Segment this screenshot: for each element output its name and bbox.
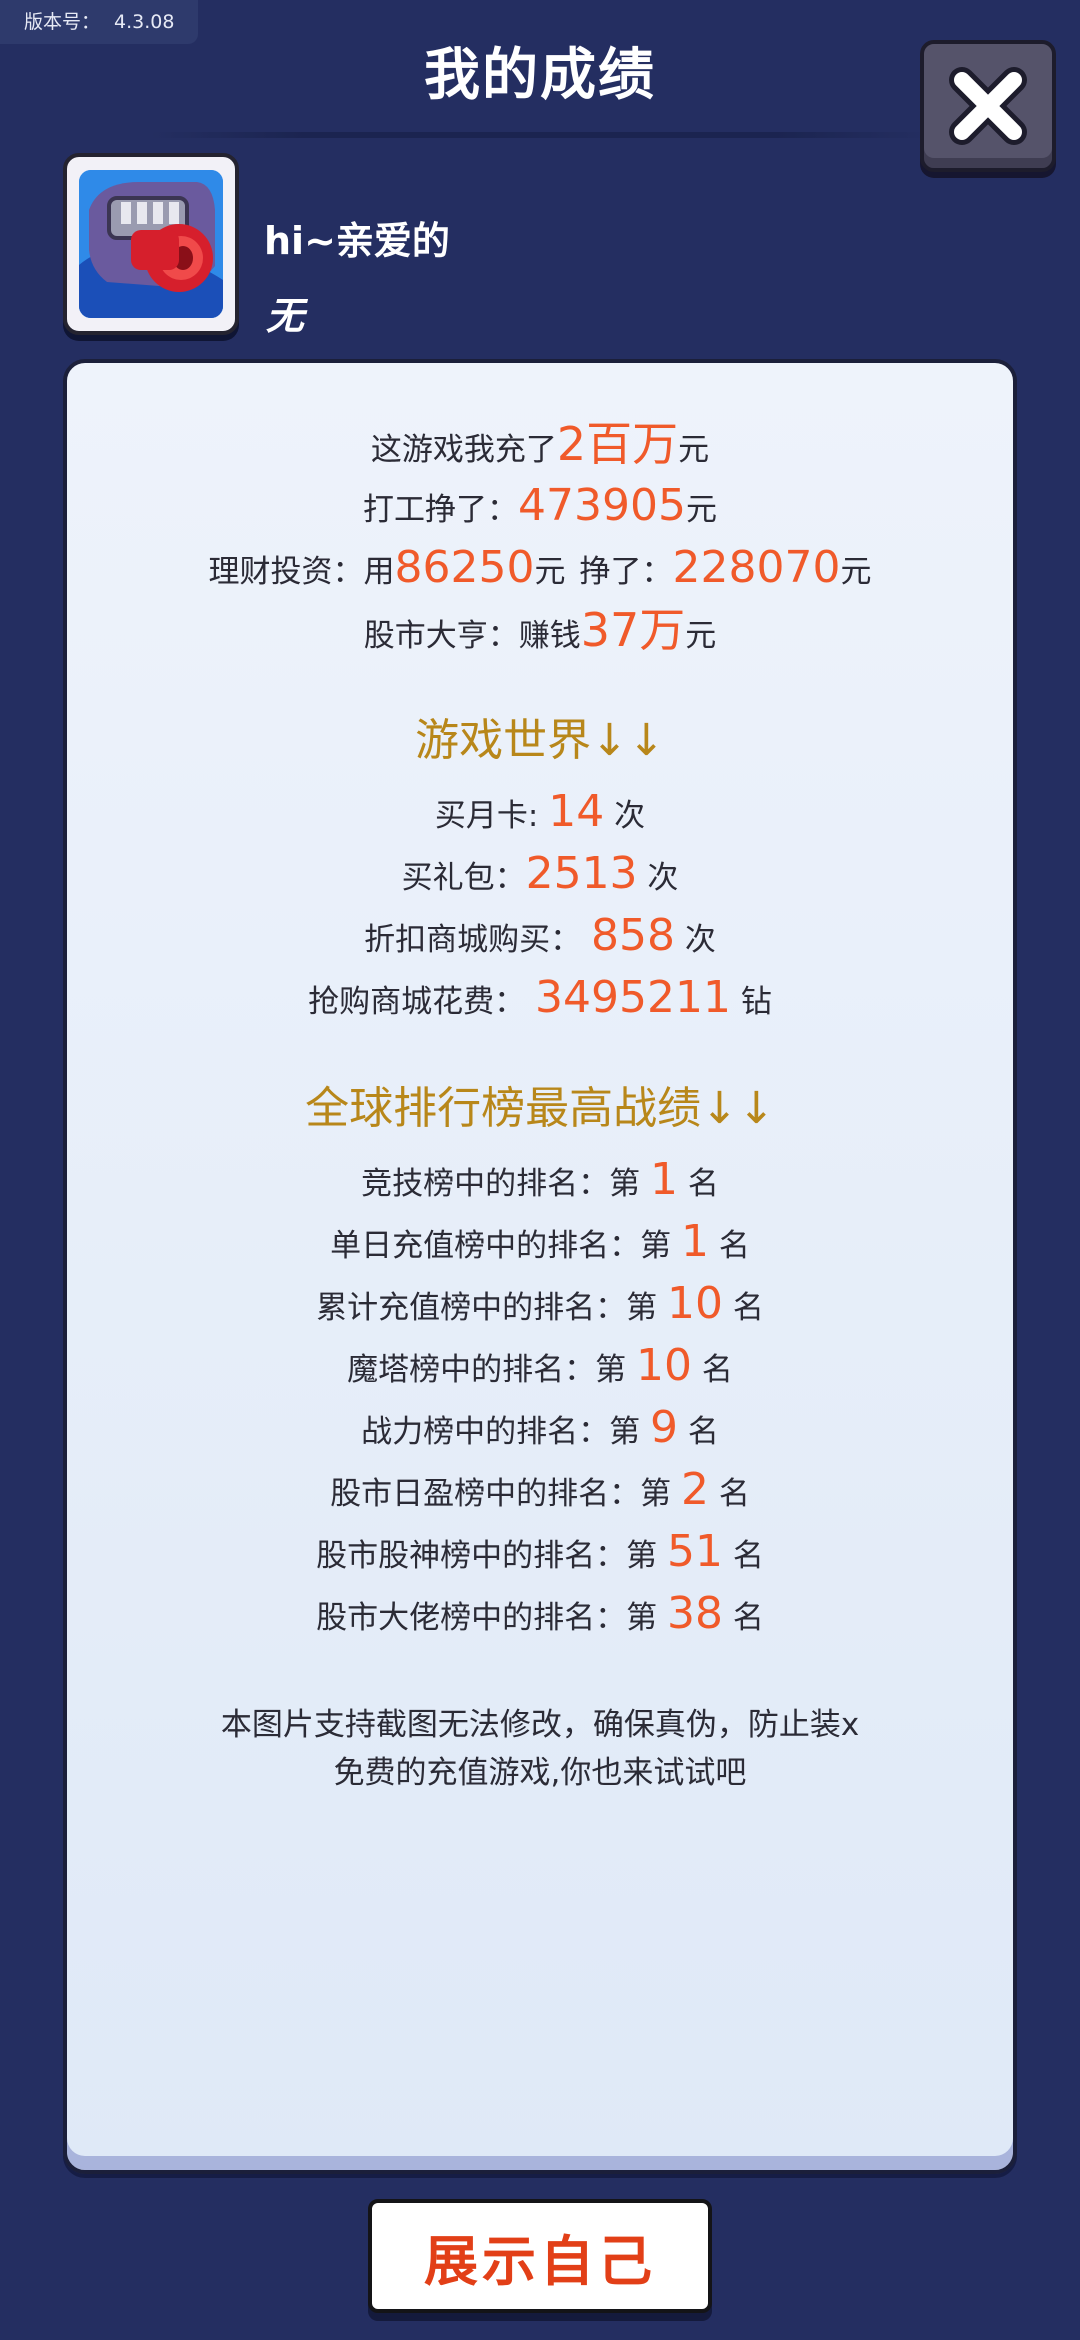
- rank-value: 38: [667, 1588, 723, 1639]
- item-label: 买月卡:: [434, 798, 539, 834]
- invest-used-unit: 元: [534, 554, 566, 590]
- rank-label: 魔塔榜中的排名：第: [347, 1352, 627, 1388]
- game-world-title: 游戏世界↓↓: [415, 715, 665, 766]
- ranking-title: 全球排行榜最高战绩↓↓: [305, 1083, 775, 1134]
- item-label: 买礼包：: [401, 860, 526, 896]
- rank-label: 股市大佬榜中的排名：第: [316, 1600, 658, 1636]
- close-x-icon: [949, 67, 1027, 145]
- invest-earned-label: 挣了：: [579, 554, 673, 590]
- ranking-item: 股市股神榜中的排名：第 51 名: [67, 1521, 1013, 1583]
- game-world-item: 折扣商城购买： 858 次: [67, 905, 1013, 967]
- ranking-item: 竞技榜中的排名：第 1 名: [67, 1149, 1013, 1211]
- rank-label: 单日充值榜中的排名：第: [330, 1228, 672, 1264]
- game-world-item: 抢购商城花费： 3495211 钻: [67, 967, 1013, 1029]
- note-line-1: 本图片支持截图无法修改，确保真伪，防止装x: [220, 1707, 860, 1743]
- player-title: 无: [266, 294, 305, 338]
- rank-value: 9: [650, 1402, 678, 1453]
- item-value: 2513: [525, 848, 638, 899]
- rank-unit: 名: [687, 1166, 719, 1202]
- invest-used-value: 86250: [394, 542, 535, 593]
- recharge-unit: 元: [678, 432, 710, 468]
- disclaimer-note: 本图片支持截图无法修改，确保真伪，防止装x 免费的充值游戏,你也来试试吧: [67, 1701, 1013, 1797]
- game-world-item: 买月卡: 14 次: [67, 781, 1013, 843]
- rank-value: 2: [681, 1464, 709, 1515]
- rank-value: 10: [667, 1278, 723, 1329]
- stats-panel: 这游戏我充了2百万元 打工挣了：473905元 理财投资：用86250元 挣了：2…: [63, 359, 1017, 2174]
- item-unit: 钻: [740, 984, 772, 1020]
- avatar[interactable]: [63, 153, 239, 335]
- close-button[interactable]: [920, 40, 1056, 172]
- rank-label: 战力榜中的排名：第: [361, 1414, 641, 1450]
- rank-label: 累计充值榜中的排名：第: [316, 1290, 658, 1326]
- item-value: 3495211: [535, 972, 731, 1023]
- game-world-item: 买礼包：2513 次: [67, 843, 1013, 905]
- rank-unit: 名: [687, 1414, 719, 1450]
- rank-value: 10: [636, 1340, 692, 1391]
- rank-unit: 名: [732, 1290, 764, 1326]
- ranking-item: 单日充值榜中的排名：第 1 名: [67, 1211, 1013, 1273]
- title-divider: [150, 132, 930, 138]
- rank-unit: 名: [701, 1352, 733, 1388]
- item-label: 抢购商城花费：: [308, 984, 526, 1020]
- rank-unit: 名: [732, 1600, 764, 1636]
- ranking-item: 魔塔榜中的排名：第 10 名: [67, 1335, 1013, 1397]
- stock-unit: 元: [685, 618, 717, 654]
- recharge-row: 这游戏我充了2百万元: [67, 413, 1013, 475]
- invest-label: 理财投资：用: [208, 554, 395, 590]
- invest-earned-value: 228070: [672, 542, 841, 593]
- rank-value: 51: [667, 1526, 723, 1577]
- item-label: 折扣商城购买：: [364, 922, 582, 958]
- rank-label: 竞技榜中的排名：第: [361, 1166, 641, 1202]
- stock-value: 37万: [580, 603, 686, 657]
- stock-label: 股市大亨：赚钱: [363, 618, 581, 654]
- rank-label: 股市日盈榜中的排名：第: [330, 1476, 672, 1512]
- show-button-label: 展示自己: [424, 2229, 656, 2293]
- invest-row: 理财投资：用86250元 挣了：228070元: [67, 537, 1013, 599]
- recharge-label: 这游戏我充了: [370, 432, 557, 468]
- rank-unit: 名: [732, 1538, 764, 1574]
- rank-value: 1: [650, 1154, 678, 1205]
- ranking-item: 股市大佬榜中的排名：第 38 名: [67, 1583, 1013, 1645]
- rank-label: 股市股神榜中的排名：第: [316, 1538, 658, 1574]
- rank-unit: 名: [718, 1228, 750, 1264]
- item-value: 14: [548, 786, 605, 837]
- show-yourself-button[interactable]: 展示自己: [368, 2199, 712, 2313]
- avatar-image: [79, 170, 223, 318]
- rank-unit: 名: [718, 1476, 750, 1512]
- rank-value: 1: [681, 1216, 709, 1267]
- ranking-item: 战力榜中的排名：第 9 名: [67, 1397, 1013, 1459]
- item-unit: 次: [614, 798, 646, 834]
- item-unit: 次: [647, 860, 679, 896]
- ranking-item: 累计充值榜中的排名：第 10 名: [67, 1273, 1013, 1335]
- note-line-2: 免费的充值游戏,你也来试试吧: [333, 1755, 747, 1791]
- invest-earned-unit: 元: [840, 554, 872, 590]
- page-title: 我的成绩: [424, 43, 656, 108]
- stock-row: 股市大亨：赚钱37万元: [67, 599, 1013, 661]
- work-row: 打工挣了：473905元: [67, 475, 1013, 537]
- work-unit: 元: [685, 492, 717, 528]
- work-label: 打工挣了：: [363, 492, 519, 528]
- item-unit: 次: [684, 922, 716, 958]
- work-value: 473905: [518, 480, 686, 531]
- ranking-item: 股市日盈榜中的排名：第 2 名: [67, 1459, 1013, 1521]
- greeting-text: hi~亲爱的: [264, 219, 450, 263]
- recharge-value: 2百万: [556, 417, 679, 471]
- robot-avatar-icon: [79, 170, 223, 318]
- item-value: 858: [591, 910, 675, 961]
